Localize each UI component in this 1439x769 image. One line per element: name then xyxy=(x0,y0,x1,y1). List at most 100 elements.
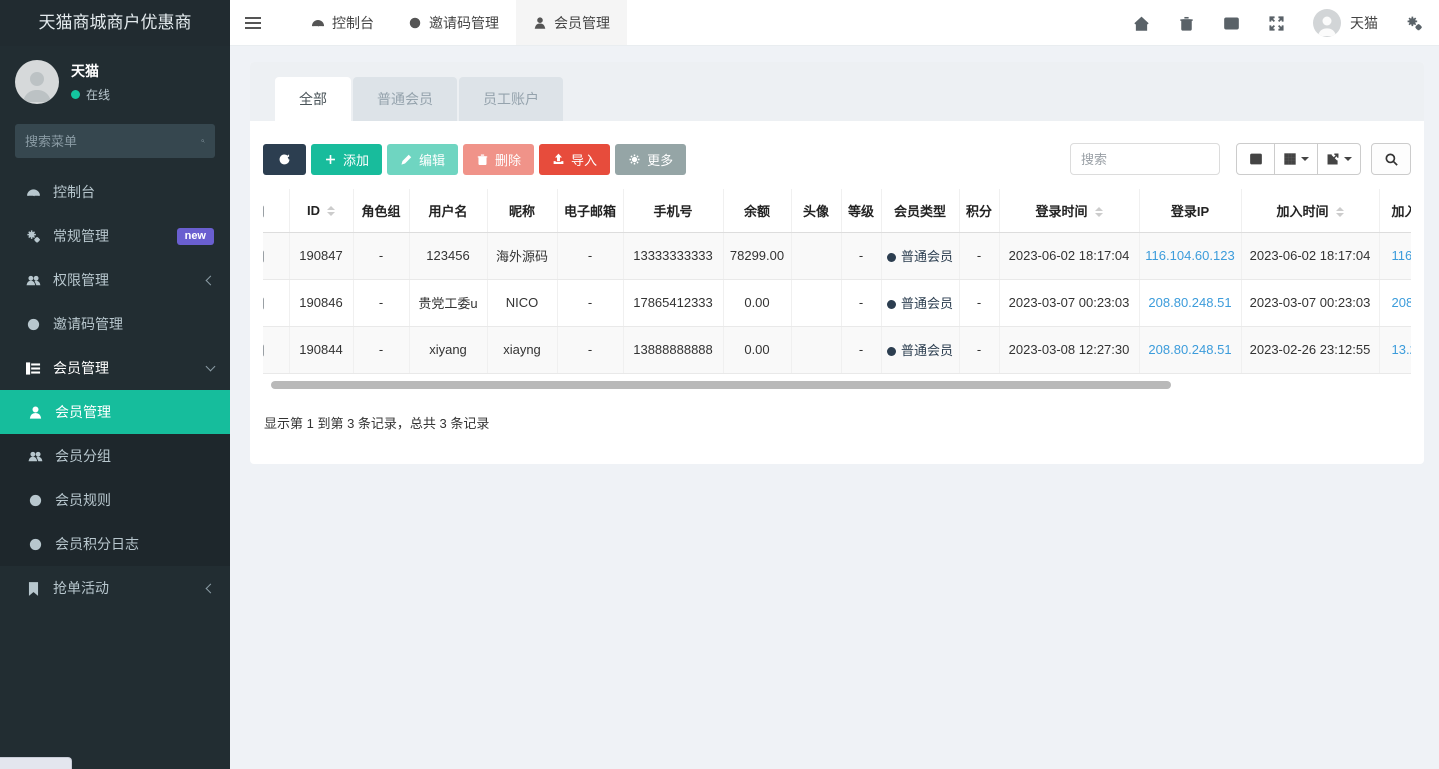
home-icon[interactable] xyxy=(1133,15,1150,32)
col-email: 电子邮箱 xyxy=(557,189,623,232)
columns-button[interactable] xyxy=(1274,143,1318,175)
navtab-dashboard[interactable]: 控制台 xyxy=(294,0,391,45)
sidebar-item-member-rule[interactable]: 会员规则 xyxy=(0,478,230,522)
ip-link[interactable]: 13.21 xyxy=(1392,342,1412,357)
refresh-button[interactable] xyxy=(263,144,306,175)
cell-id: 190847 xyxy=(289,232,353,279)
navtab-invite[interactable]: 邀请码管理 xyxy=(391,0,516,45)
ip-link[interactable]: 116.1 xyxy=(1392,248,1412,263)
ip-link[interactable]: 208.8 xyxy=(1392,295,1412,310)
navbar-user-name: 天猫 xyxy=(1350,13,1378,33)
cell-type: 普通会员 xyxy=(881,326,959,373)
sidebar-item-member-group[interactable]: 会员分组 xyxy=(0,434,230,478)
col-score: 积分 xyxy=(959,189,999,232)
gears-icon[interactable] xyxy=(1406,15,1423,32)
sidebar-item-label: 邀请码管理 xyxy=(53,314,123,334)
sidebar-item-member-manage[interactable]: 会员管理 xyxy=(0,390,230,434)
cell-avatar xyxy=(791,326,841,373)
list-alt-icon xyxy=(1249,152,1263,166)
row-checkbox[interactable] xyxy=(263,344,264,357)
sidebar-item-general[interactable]: 常规管理 new xyxy=(0,214,230,258)
select-all-cell xyxy=(263,189,289,232)
row-checkbox[interactable] xyxy=(263,297,264,310)
more-button[interactable]: 更多 xyxy=(615,144,686,175)
horizontal-scrollbar-thumb[interactable] xyxy=(271,381,1171,389)
col-username: 用户名 xyxy=(409,189,487,232)
menu-search-input[interactable] xyxy=(25,134,201,149)
add-button[interactable]: 添加 xyxy=(311,144,382,175)
cell-balance: 0.00 xyxy=(723,326,791,373)
sidebar-item-label: 抢单活动 xyxy=(53,578,109,598)
tab-normal-member[interactable]: 普通会员 xyxy=(353,77,457,121)
col-join-time[interactable]: 加入时间 xyxy=(1241,189,1379,232)
navtab-label: 控制台 xyxy=(332,13,374,33)
fullscreen-icon[interactable] xyxy=(1268,15,1285,32)
language-icon[interactable] xyxy=(1223,15,1240,32)
import-button[interactable]: 导入 xyxy=(539,144,610,175)
tab-all[interactable]: 全部 xyxy=(275,77,351,121)
plus-icon xyxy=(324,153,337,166)
toolbar-right xyxy=(1070,143,1411,175)
ip-link[interactable]: 208.80.248.51 xyxy=(1148,342,1231,357)
col-login-time[interactable]: 登录时间 xyxy=(999,189,1139,232)
cell-username: 123456 xyxy=(409,232,487,279)
sidebar-item-members[interactable]: 会员管理 xyxy=(0,346,230,390)
cell-mobile: 13333333333 xyxy=(623,232,723,279)
tab-staff-account[interactable]: 员工账户 xyxy=(459,77,563,121)
sidebar-item-member-score-log[interactable]: 会员积分日志 xyxy=(0,522,230,566)
col-id[interactable]: ID xyxy=(289,189,353,232)
table-row: 190847 - 123456 海外源码 - 13333333333 78299… xyxy=(263,232,1411,279)
cell-login-ip: 116.104.60.123 xyxy=(1139,232,1241,279)
edit-button[interactable]: 编辑 xyxy=(387,144,458,175)
navbar-user[interactable]: 天猫 xyxy=(1313,9,1378,37)
list-icon xyxy=(26,361,43,376)
sort-icon xyxy=(1336,207,1344,217)
gear-icon xyxy=(628,153,641,166)
new-badge: new xyxy=(177,228,214,245)
member-type-dot-icon xyxy=(887,253,896,262)
tachometer-icon xyxy=(311,16,325,30)
navtab-label: 会员管理 xyxy=(554,13,610,33)
search-icon[interactable] xyxy=(201,134,205,148)
sidebar-submenu: 会员管理 会员分组 会员规则 会员积分日志 xyxy=(0,390,230,566)
ip-link[interactable]: 208.80.248.51 xyxy=(1148,295,1231,310)
cell-login-time: 2023-03-07 00:23:03 xyxy=(999,279,1139,326)
users-icon xyxy=(26,273,43,288)
cell-mobile: 13888888888 xyxy=(623,326,723,373)
sidebar-item-grab-activity[interactable]: 抢单活动 xyxy=(0,566,230,610)
row-checkbox[interactable] xyxy=(263,250,264,263)
toggle-view-button[interactable] xyxy=(1236,143,1275,175)
navtab-members[interactable]: 会员管理 xyxy=(516,0,627,45)
export-button[interactable] xyxy=(1317,143,1361,175)
chevron-left-icon xyxy=(206,583,216,593)
user-status-label: 在线 xyxy=(86,86,110,103)
col-type: 会员类型 xyxy=(881,189,959,232)
avatar xyxy=(15,60,59,104)
cell-username: 贵党工委u xyxy=(409,279,487,326)
panel-tabs: 全部 普通会员 员工账户 xyxy=(250,62,1424,121)
trash-icon[interactable] xyxy=(1178,15,1195,32)
sidebar-item-invite[interactable]: 邀请码管理 xyxy=(0,302,230,346)
status-tooltip xyxy=(0,757,72,769)
cell-join-ip: 13.21 xyxy=(1379,326,1411,373)
delete-button[interactable]: 删除 xyxy=(463,144,534,175)
col-mobile: 手机号 xyxy=(623,189,723,232)
member-type-dot-icon xyxy=(887,347,896,356)
table-row: 190846 - 贵党工委u NICO - 17865412333 0.00 -… xyxy=(263,279,1411,326)
search-input[interactable] xyxy=(1070,143,1220,175)
navbar-tabs: 控制台 邀请码管理 会员管理 xyxy=(294,0,627,45)
search-button[interactable] xyxy=(1371,143,1411,175)
table-header-row: ID 角色组 用户名 昵称 电子邮箱 手机号 余额 头像 等级 会员类型 积分 xyxy=(263,189,1411,232)
user-icon xyxy=(28,405,45,420)
top-navbar: 控制台 邀请码管理 会员管理 天猫 xyxy=(230,0,1439,46)
ip-link[interactable]: 116.104.60.123 xyxy=(1145,248,1234,263)
app-logo[interactable]: 天猫商城商户优惠商 xyxy=(0,0,230,46)
cell-login-time: 2023-06-02 18:17:04 xyxy=(999,232,1139,279)
sidebar-item-dashboard[interactable]: 控制台 xyxy=(0,170,230,214)
search-icon xyxy=(1384,152,1399,167)
select-all-checkbox[interactable] xyxy=(263,205,264,218)
sidebar-item-auth[interactable]: 权限管理 xyxy=(0,258,230,302)
cell-role: - xyxy=(353,279,409,326)
hamburger-icon[interactable] xyxy=(230,0,276,45)
cell-id: 190846 xyxy=(289,279,353,326)
